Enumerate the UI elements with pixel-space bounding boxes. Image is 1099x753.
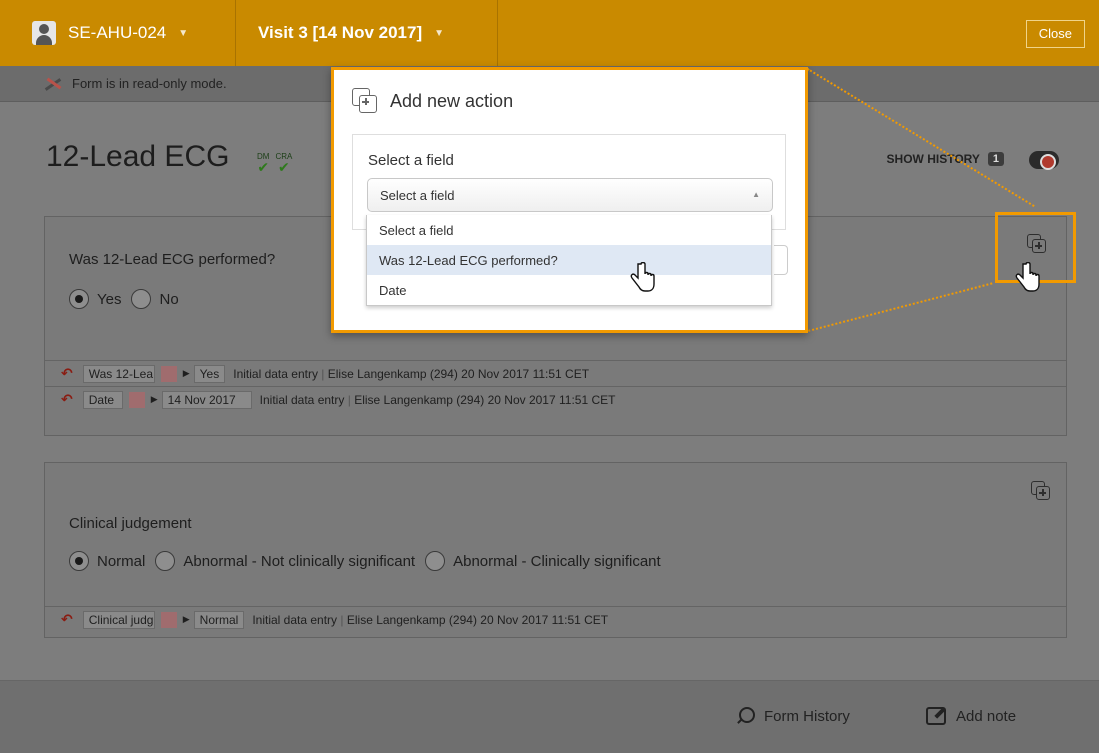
history-count-badge: 1 xyxy=(987,152,1004,166)
history-user: Elise Langenkamp (294) 20 Nov 2017 11:51… xyxy=(354,392,616,407)
hidden-input-edge xyxy=(774,245,788,275)
radio-abnormal-cs[interactable] xyxy=(425,551,446,571)
history-user: Elise Langenkamp (294) 20 Nov 2017 11:51… xyxy=(327,366,590,381)
field-select[interactable]: Select a field ▲ xyxy=(367,178,773,212)
arrow-right-icon: ▶ xyxy=(182,614,190,624)
subject-avatar-icon xyxy=(32,21,56,45)
old-value-swatch xyxy=(160,611,177,628)
arrow-right-icon: ▶ xyxy=(150,394,158,404)
question-label: Was 12-Lead ECG performed? xyxy=(69,251,276,268)
old-value-swatch xyxy=(160,365,177,382)
check-icon: ✔ xyxy=(278,159,290,175)
radio-group: Yes No xyxy=(69,289,189,309)
add-note-label: Add note xyxy=(956,707,1017,725)
edit-note-icon xyxy=(926,707,946,725)
add-action-icon xyxy=(352,88,378,114)
subject-id: SE-AHU-024 xyxy=(68,23,167,42)
add-note-button[interactable]: Add note xyxy=(926,707,1016,725)
radio-abnormal-ncs[interactable] xyxy=(155,551,176,571)
history-field: Clinical judg xyxy=(82,610,155,629)
radio-normal[interactable] xyxy=(69,551,89,571)
revert-icon[interactable]: ↶ xyxy=(61,365,73,382)
chevron-down-icon: ▼ xyxy=(178,27,189,39)
popover-header: Add new action xyxy=(352,88,513,114)
close-button[interactable]: Close xyxy=(1025,20,1085,48)
show-history-toggle[interactable] xyxy=(1029,151,1059,170)
footer-bar: Form History Add note xyxy=(0,680,1099,753)
history-row: ↶ Date ▶ 14 Nov 2017 Initial data entry … xyxy=(45,386,1066,412)
history-action: Initial data entry xyxy=(259,392,345,407)
subject-selector[interactable]: SE-AHU-024 ▼ xyxy=(0,0,236,66)
check-icon: ✔ xyxy=(257,159,270,175)
readonly-text: Form is in read-only mode. xyxy=(72,76,227,91)
popover-title: Add new action xyxy=(390,90,514,111)
history-row: ↶ Clinical judg ▶ Normal Initial data en… xyxy=(45,606,1066,632)
history-row: ↶ Was 12-Lea ▶ Yes Initial data entry | … xyxy=(45,360,1066,386)
radio-yes[interactable] xyxy=(69,289,89,309)
history-value: Normal xyxy=(193,610,245,629)
option-select-field[interactable]: Select a field xyxy=(367,215,771,245)
field-select-options: Select a field Was 12-Lead ECG performed… xyxy=(366,215,772,306)
radio-group: Normal Abnormal - Not clinically signifi… xyxy=(69,551,671,571)
option-date[interactable]: Date xyxy=(367,275,771,305)
field-select-label: Select a field xyxy=(368,152,454,169)
old-value-swatch xyxy=(128,391,145,408)
history-value: 14 Nov 2017 xyxy=(161,390,252,409)
top-bar: SE-AHU-024 ▼ Visit 3 [14 Nov 2017] ▼ Clo… xyxy=(0,0,1099,66)
history-action: Initial data entry xyxy=(233,366,318,381)
field-select-value: Select a field xyxy=(380,188,455,203)
add-action-icon[interactable] xyxy=(1027,234,1047,254)
radio-no[interactable] xyxy=(131,289,152,309)
revert-icon[interactable]: ↶ xyxy=(61,611,73,628)
hand-cursor-icon xyxy=(630,262,655,292)
chevron-up-icon: ▲ xyxy=(752,190,760,199)
visit-selector[interactable]: Visit 3 [14 Nov 2017] ▼ xyxy=(236,0,498,66)
add-action-icon[interactable] xyxy=(1031,481,1051,501)
history-meta: Initial data entry | Elise Langenkamp (2… xyxy=(259,392,616,407)
history-list: ↶ Clinical judg ▶ Normal Initial data en… xyxy=(45,606,1066,632)
add-action-popover: Add new action Select a field Select a f… xyxy=(331,67,808,333)
form-history-label: Form History xyxy=(764,707,850,725)
hand-cursor-icon xyxy=(1015,262,1040,292)
chevron-down-icon: ▼ xyxy=(434,27,445,39)
search-icon xyxy=(736,707,755,725)
form-title: 12-Lead ECG xyxy=(46,140,230,173)
cra-badge: CRA ✔ xyxy=(275,152,292,175)
history-field: Was 12-Lea xyxy=(82,364,155,383)
history-field: Date xyxy=(82,390,123,409)
history-meta: Initial data entry | Elise Langenkamp (2… xyxy=(252,612,609,627)
arrow-right-icon: ▶ xyxy=(182,368,190,378)
pencil-disabled-icon xyxy=(44,77,62,91)
verification-badges: DM ✔ CRA ✔ xyxy=(257,152,292,175)
question-label: Clinical judgement xyxy=(69,515,192,532)
form-history-button[interactable]: Form History xyxy=(736,707,850,725)
revert-icon[interactable]: ↶ xyxy=(61,391,73,408)
history-user: Elise Langenkamp (294) 20 Nov 2017 11:51… xyxy=(346,612,609,627)
visit-label: Visit 3 [14 Nov 2017] xyxy=(258,23,423,42)
radio-abnormal-cs-label: Abnormal - Clinically significant xyxy=(453,552,661,570)
history-value: Yes xyxy=(193,364,226,383)
history-action: Initial data entry xyxy=(252,612,338,627)
option-ecg-performed[interactable]: Was 12-Lead ECG performed? xyxy=(367,245,771,275)
radio-abnormal-ncs-label: Abnormal - Not clinically significant xyxy=(183,552,416,570)
radio-yes-label: Yes xyxy=(97,290,122,308)
history-meta: Initial data entry | Elise Langenkamp (2… xyxy=(233,366,590,381)
history-list: ↶ Was 12-Lea ▶ Yes Initial data entry | … xyxy=(45,360,1066,412)
show-history: SHOW HISTORY 1 xyxy=(887,152,1004,166)
dm-badge: DM ✔ xyxy=(257,152,270,175)
radio-no-label: No xyxy=(159,290,179,308)
question-card-clinical-judgement: Clinical judgement Normal Abnormal - Not… xyxy=(44,462,1067,638)
radio-normal-label: Normal xyxy=(97,552,146,570)
